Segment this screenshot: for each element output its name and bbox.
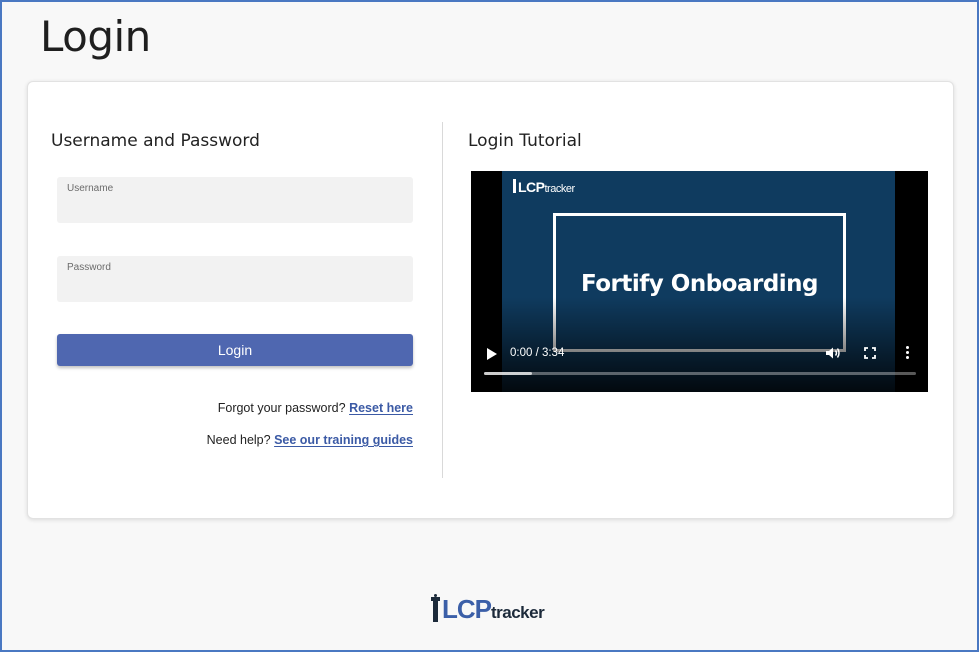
more-vertical-icon[interactable] (906, 346, 910, 360)
password-label: Password (67, 262, 111, 273)
login-section-title: Username and Password (51, 131, 260, 151)
password-field[interactable]: Password (57, 256, 413, 302)
password-input[interactable] (67, 276, 403, 298)
page-title: Login (40, 12, 151, 61)
volume-icon[interactable] (825, 346, 841, 360)
username-input[interactable] (67, 197, 403, 219)
username-label: Username (67, 183, 114, 194)
lighthouse-icon (513, 179, 516, 193)
video-controls-gradient (471, 297, 928, 392)
login-button[interactable]: Login (57, 334, 413, 366)
footer-brand-suffix: tracker (491, 603, 545, 622)
video-caption: Fortify Onboarding (580, 271, 819, 297)
lighthouse-icon (431, 594, 440, 622)
login-card: Username and Password Username Password … (27, 81, 954, 519)
footer-brand-text: LCP (442, 594, 492, 624)
play-icon[interactable] (487, 348, 497, 360)
tutorial-section-title: Login Tutorial (468, 131, 582, 151)
reset-password-link[interactable]: Reset here (349, 401, 413, 415)
tutorial-video-player[interactable]: LCPtracker Fortify Onboarding 0:00 / 3:3… (471, 171, 928, 392)
footer-brand-logo: LCPtracker (431, 594, 545, 625)
fullscreen-icon[interactable] (864, 347, 876, 359)
section-divider (442, 122, 443, 478)
username-field[interactable]: Username (57, 177, 413, 223)
forgot-password-line: Forgot your password? Reset here (218, 401, 413, 415)
video-brand-logo: LCPtracker (513, 179, 575, 195)
forgot-password-text: Forgot your password? (217, 401, 346, 415)
video-brand-suffix: tracker (544, 183, 576, 195)
video-buffered-indicator (484, 372, 532, 375)
video-brand-text: LCP (518, 179, 545, 195)
need-help-text: Need help? (206, 433, 271, 447)
training-guides-link[interactable]: See our training guides (274, 433, 413, 447)
need-help-line: Need help? See our training guides (207, 433, 413, 447)
video-time-display: 0:00 / 3:34 (510, 347, 565, 359)
video-progress-bar[interactable] (484, 372, 916, 375)
app-frame: Login Username and Password Username Pas… (0, 0, 979, 652)
